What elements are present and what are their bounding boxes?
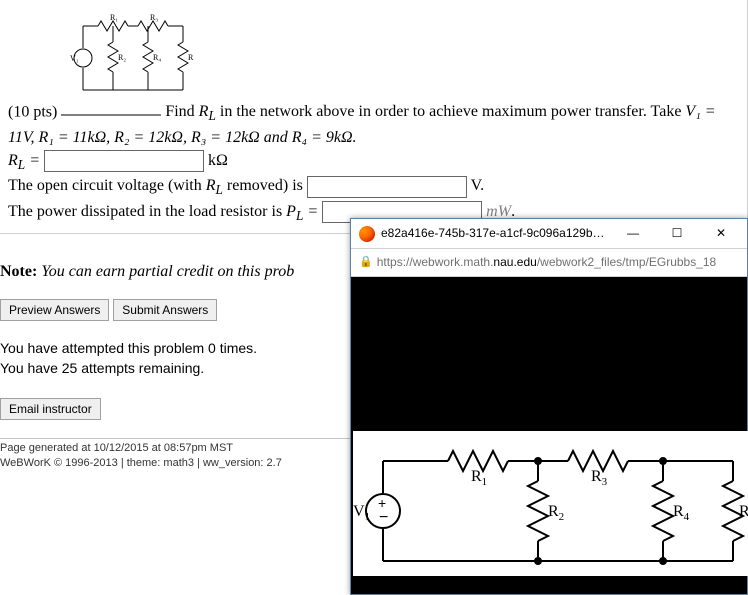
points-label: (10 pts) xyxy=(8,104,57,121)
preview-answers-button[interactable]: Preview Answers xyxy=(0,299,109,321)
label-r1: R1 xyxy=(471,468,487,488)
page-footer: Page generated at 10/12/2015 at 08:57pm … xyxy=(0,441,370,471)
voc-text2: removed) is xyxy=(223,177,303,194)
url-pre: https://webwork.math. xyxy=(377,255,494,269)
firefox-icon xyxy=(359,226,375,242)
voc-input[interactable] xyxy=(307,176,467,198)
footer-rule xyxy=(0,438,370,439)
svg-text:−: − xyxy=(379,509,388,526)
svg-text:R₃: R₃ xyxy=(150,13,158,22)
svg-text:R: R xyxy=(188,53,194,62)
rl-eq: RL = xyxy=(8,152,40,169)
note-bold: Note: xyxy=(0,263,37,280)
partial-credit-note: Note: You can earn partial credit on thi… xyxy=(0,260,370,283)
voc-unit: V. xyxy=(471,177,485,194)
voc-text1: The open circuit voltage (with xyxy=(8,177,206,194)
popup-window: e82a416e-745b-317e-a1cf-9c096a129bd3__8a… xyxy=(350,218,748,595)
label-r2: R2 xyxy=(548,503,564,523)
prompt-2: in the network above in order to achieve… xyxy=(216,103,686,120)
note-text: You can earn partial credit on this prob xyxy=(41,263,294,280)
svg-text:R₂: R₂ xyxy=(118,53,126,62)
minimize-button[interactable]: — xyxy=(611,220,655,248)
svg-text:R₄: R₄ xyxy=(153,53,161,62)
attempts-line2: You have 25 attempts remaining. xyxy=(0,359,370,379)
large-schematic: + − xyxy=(353,431,748,576)
rl-unit: kΩ xyxy=(208,152,228,169)
url-post: /webwork2_files/tmp/EGrubbs_18 xyxy=(537,255,716,269)
attempts-line1: You have attempted this problem 0 times. xyxy=(0,339,370,359)
popup-titlebar[interactable]: e82a416e-745b-317e-a1cf-9c096a129bd3__8a… xyxy=(351,219,747,249)
close-button[interactable]: ✕ xyxy=(699,220,743,248)
label-rl: RL xyxy=(739,503,748,523)
popup-addressbar[interactable]: 🔒 https://webwork.math.nau.edu/webwork2_… xyxy=(351,249,747,277)
prompt-1: Find xyxy=(165,103,198,120)
maximize-button[interactable]: ☐ xyxy=(655,220,699,248)
small-schematic: R₁ R₃ V₁ R₂ R₄ R xyxy=(68,8,717,98)
rl-symbol: RL xyxy=(199,103,216,120)
url-host: nau.edu xyxy=(493,255,536,269)
lock-icon: 🔒 xyxy=(359,255,373,271)
footer-line1: Page generated at 10/12/2015 at 08:57pm … xyxy=(0,441,370,456)
attempts-info: You have attempted this problem 0 times.… xyxy=(0,339,370,378)
popup-url: https://webwork.math.nau.edu/webwork2_fi… xyxy=(377,254,717,271)
footer-line2: WeBWorK © 1996-2013 | theme: math3 | ww_… xyxy=(0,456,370,471)
svg-text:R₁: R₁ xyxy=(110,13,118,22)
pl-text: The power dissipated in the load resisto… xyxy=(8,203,286,220)
svg-text:V₁: V₁ xyxy=(70,54,79,63)
label-r3: R3 xyxy=(591,468,608,488)
rl-symbol-2: RL xyxy=(206,177,223,194)
submit-answers-button[interactable]: Submit Answers xyxy=(113,299,217,321)
popup-content: + − xyxy=(351,277,747,594)
email-instructor-button[interactable]: Email instructor xyxy=(0,398,101,420)
pl-symbol: PL = xyxy=(286,203,318,220)
popup-title: e82a416e-745b-317e-a1cf-9c096a129bd3__8a… xyxy=(381,225,611,242)
label-r4: R4 xyxy=(673,503,690,523)
problem-statement: R₁ R₃ V₁ R₂ R₄ R (10 pts) Find RL in the… xyxy=(0,0,727,233)
rl-input[interactable] xyxy=(44,150,204,172)
